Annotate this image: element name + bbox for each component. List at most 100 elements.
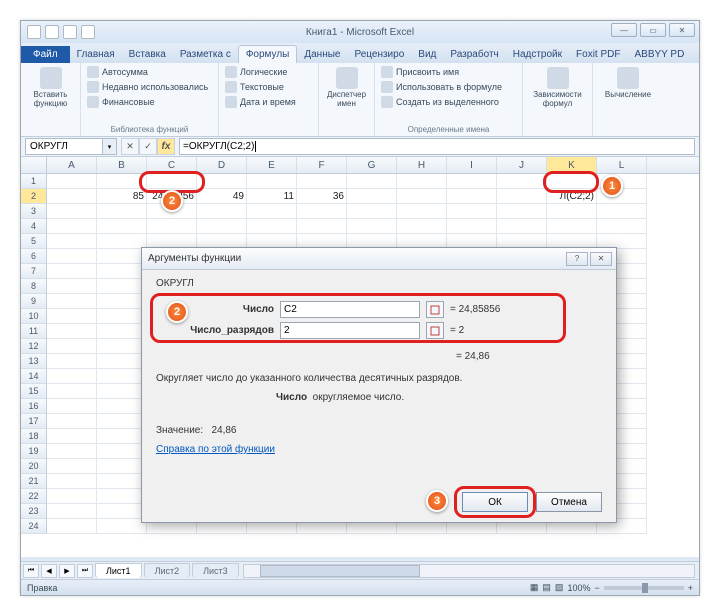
- cell[interactable]: [547, 204, 597, 219]
- cell[interactable]: [597, 204, 647, 219]
- tab-formulas[interactable]: Формулы: [238, 45, 298, 63]
- sheet-tab-2[interactable]: Лист2: [144, 563, 191, 578]
- tab-home[interactable]: Главная: [70, 46, 122, 63]
- text-button[interactable]: Текстовые: [225, 80, 312, 94]
- cell[interactable]: [47, 504, 97, 519]
- col-header-C[interactable]: C: [147, 157, 197, 173]
- col-header-K[interactable]: K: [547, 157, 597, 173]
- redo-icon[interactable]: [81, 25, 95, 39]
- row-header[interactable]: 8: [21, 279, 47, 294]
- cell[interactable]: [247, 219, 297, 234]
- cell[interactable]: [97, 249, 147, 264]
- arg1-input[interactable]: [280, 301, 420, 318]
- cell[interactable]: [47, 324, 97, 339]
- cell[interactable]: [97, 354, 147, 369]
- recent-button[interactable]: Недавно использовались: [87, 80, 212, 94]
- cell[interactable]: [97, 384, 147, 399]
- cell[interactable]: [497, 174, 547, 189]
- col-header-D[interactable]: D: [197, 157, 247, 173]
- col-header-I[interactable]: I: [447, 157, 497, 173]
- cell[interactable]: [497, 189, 547, 204]
- cell[interactable]: [47, 429, 97, 444]
- row-header[interactable]: 7: [21, 264, 47, 279]
- tab-review[interactable]: Рецензиро: [347, 46, 411, 63]
- cell[interactable]: [47, 444, 97, 459]
- col-header-H[interactable]: H: [397, 157, 447, 173]
- cell[interactable]: [97, 459, 147, 474]
- cell[interactable]: [497, 204, 547, 219]
- col-header-A[interactable]: A: [47, 157, 97, 173]
- cell[interactable]: [47, 249, 97, 264]
- dialog-help-button[interactable]: ?: [566, 252, 588, 266]
- cell[interactable]: [397, 204, 447, 219]
- name-box[interactable]: ОКРУГЛ ▾: [25, 138, 117, 155]
- minimize-button[interactable]: —: [611, 23, 637, 37]
- cell[interactable]: [347, 204, 397, 219]
- sheet-tab-3[interactable]: Лист3: [192, 563, 239, 578]
- cell[interactable]: [47, 189, 97, 204]
- formula-input[interactable]: =ОКРУГЛ(C2;2): [179, 138, 695, 155]
- define-name-button[interactable]: Присвоить имя: [381, 65, 516, 79]
- zoom-out-button[interactable]: −: [594, 583, 599, 593]
- cell[interactable]: [247, 204, 297, 219]
- scrollbar-thumb[interactable]: [260, 565, 420, 577]
- cell[interactable]: [447, 189, 497, 204]
- cell[interactable]: [47, 369, 97, 384]
- formula-auditing-button[interactable]: Зависимости формул: [529, 65, 586, 111]
- cell[interactable]: 24,85856: [147, 189, 197, 204]
- col-header-J[interactable]: J: [497, 157, 547, 173]
- cell[interactable]: [397, 219, 447, 234]
- cancel-entry-button[interactable]: ✕: [121, 138, 139, 155]
- row-header[interactable]: 9: [21, 294, 47, 309]
- cell[interactable]: 49: [197, 189, 247, 204]
- row-header[interactable]: 15: [21, 384, 47, 399]
- view-normal-icon[interactable]: ▦: [530, 582, 539, 593]
- sheet-nav-first[interactable]: ⏮: [23, 564, 39, 578]
- horizontal-scrollbar[interactable]: [243, 564, 695, 578]
- cell[interactable]: [347, 189, 397, 204]
- cell[interactable]: [47, 519, 97, 534]
- sheet-nav-next[interactable]: ▶: [59, 564, 75, 578]
- row-header[interactable]: 5: [21, 234, 47, 249]
- cell[interactable]: [47, 174, 97, 189]
- cell[interactable]: [97, 279, 147, 294]
- row-header[interactable]: 24: [21, 519, 47, 534]
- row-header[interactable]: 20: [21, 459, 47, 474]
- cell[interactable]: [47, 279, 97, 294]
- cell[interactable]: [97, 519, 147, 534]
- cell[interactable]: [597, 189, 647, 204]
- cell[interactable]: [347, 174, 397, 189]
- cell[interactable]: [97, 504, 147, 519]
- datetime-button[interactable]: Дата и время: [225, 95, 312, 109]
- cell[interactable]: [497, 219, 547, 234]
- cell[interactable]: [47, 489, 97, 504]
- tab-view[interactable]: Вид: [411, 46, 443, 63]
- zoom-slider[interactable]: [604, 586, 684, 590]
- col-header-F[interactable]: F: [297, 157, 347, 173]
- row-header[interactable]: 14: [21, 369, 47, 384]
- zoom-level[interactable]: 100%: [567, 583, 590, 593]
- save-icon[interactable]: [45, 25, 59, 39]
- view-layout-icon[interactable]: ▤: [542, 582, 551, 593]
- cell[interactable]: [447, 204, 497, 219]
- cell[interactable]: [247, 174, 297, 189]
- fx-button[interactable]: fx: [157, 138, 175, 155]
- confirm-entry-button[interactable]: ✓: [139, 138, 157, 155]
- dialog-close-button[interactable]: ✕: [590, 252, 612, 266]
- arg2-ref-button[interactable]: [426, 322, 444, 339]
- cell[interactable]: [47, 414, 97, 429]
- dialog-titlebar[interactable]: Аргументы функции ? ✕: [142, 248, 616, 270]
- create-from-selection-button[interactable]: Создать из выделенного: [381, 95, 516, 109]
- cell[interactable]: [197, 204, 247, 219]
- cell[interactable]: [97, 324, 147, 339]
- cell[interactable]: [47, 474, 97, 489]
- view-break-icon[interactable]: ▧: [555, 582, 564, 593]
- name-manager-button[interactable]: Диспетчер имен: [325, 65, 368, 111]
- cell[interactable]: [97, 444, 147, 459]
- cell[interactable]: Л(C2;2): [547, 189, 597, 204]
- cell[interactable]: [97, 474, 147, 489]
- sheet-nav-prev[interactable]: ◀: [41, 564, 57, 578]
- cell[interactable]: [97, 234, 147, 249]
- tab-foxit[interactable]: Foxit PDF: [569, 46, 627, 63]
- cell[interactable]: [97, 339, 147, 354]
